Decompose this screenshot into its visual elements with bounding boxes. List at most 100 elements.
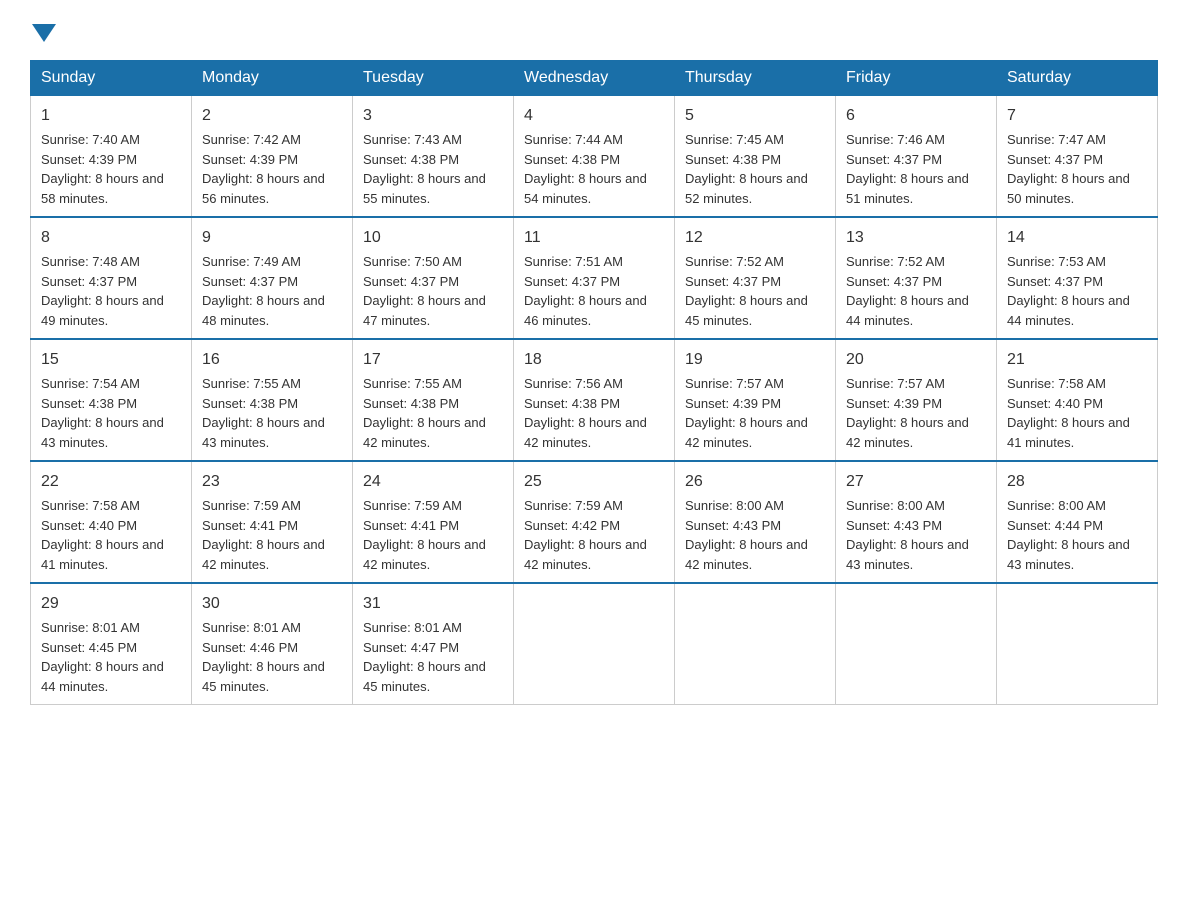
- day-number: 2: [202, 104, 342, 128]
- sunrise-info: Sunrise: 7:56 AM: [524, 376, 623, 391]
- calendar-cell: 27Sunrise: 8:00 AMSunset: 4:43 PMDayligh…: [836, 461, 997, 583]
- calendar-cell: [997, 583, 1158, 705]
- daylight-info: Daylight: 8 hours and 58 minutes.: [41, 171, 164, 206]
- sunrise-info: Sunrise: 8:00 AM: [1007, 498, 1106, 513]
- sunrise-info: Sunrise: 7:50 AM: [363, 254, 462, 269]
- day-number: 3: [363, 104, 503, 128]
- calendar-cell: 20Sunrise: 7:57 AMSunset: 4:39 PMDayligh…: [836, 339, 997, 461]
- day-number: 26: [685, 470, 825, 494]
- calendar-cell: 19Sunrise: 7:57 AMSunset: 4:39 PMDayligh…: [675, 339, 836, 461]
- day-number: 30: [202, 592, 342, 616]
- daylight-info: Daylight: 8 hours and 43 minutes.: [41, 415, 164, 450]
- daylight-info: Daylight: 8 hours and 42 minutes.: [685, 537, 808, 572]
- sunset-info: Sunset: 4:41 PM: [202, 518, 298, 533]
- day-number: 9: [202, 226, 342, 250]
- sunset-info: Sunset: 4:39 PM: [41, 152, 137, 167]
- day-number: 1: [41, 104, 181, 128]
- sunrise-info: Sunrise: 8:00 AM: [846, 498, 945, 513]
- daylight-info: Daylight: 8 hours and 47 minutes.: [363, 293, 486, 328]
- calendar-cell: 30Sunrise: 8:01 AMSunset: 4:46 PMDayligh…: [192, 583, 353, 705]
- sunrise-info: Sunrise: 7:46 AM: [846, 132, 945, 147]
- sunset-info: Sunset: 4:38 PM: [524, 396, 620, 411]
- calendar-cell: [836, 583, 997, 705]
- logo-arrow-icon: [32, 24, 56, 42]
- calendar-cell: 9Sunrise: 7:49 AMSunset: 4:37 PMDaylight…: [192, 217, 353, 339]
- calendar-week-3: 15Sunrise: 7:54 AMSunset: 4:38 PMDayligh…: [31, 339, 1158, 461]
- day-number: 13: [846, 226, 986, 250]
- sunrise-info: Sunrise: 7:40 AM: [41, 132, 140, 147]
- daylight-info: Daylight: 8 hours and 42 minutes.: [524, 537, 647, 572]
- page-header: [30, 20, 1158, 40]
- sunset-info: Sunset: 4:37 PM: [524, 274, 620, 289]
- header-wednesday: Wednesday: [514, 61, 675, 96]
- calendar-cell: 2Sunrise: 7:42 AMSunset: 4:39 PMDaylight…: [192, 96, 353, 218]
- day-number: 6: [846, 104, 986, 128]
- day-number: 20: [846, 348, 986, 372]
- calendar-cell: 18Sunrise: 7:56 AMSunset: 4:38 PMDayligh…: [514, 339, 675, 461]
- daylight-info: Daylight: 8 hours and 44 minutes.: [846, 293, 969, 328]
- day-number: 18: [524, 348, 664, 372]
- sunset-info: Sunset: 4:44 PM: [1007, 518, 1103, 533]
- sunrise-info: Sunrise: 7:57 AM: [685, 376, 784, 391]
- sunset-info: Sunset: 4:37 PM: [363, 274, 459, 289]
- sunrise-info: Sunrise: 7:55 AM: [202, 376, 301, 391]
- daylight-info: Daylight: 8 hours and 46 minutes.: [524, 293, 647, 328]
- daylight-info: Daylight: 8 hours and 43 minutes.: [1007, 537, 1130, 572]
- day-number: 22: [41, 470, 181, 494]
- day-number: 25: [524, 470, 664, 494]
- sunrise-info: Sunrise: 8:01 AM: [202, 620, 301, 635]
- calendar-cell: [675, 583, 836, 705]
- daylight-info: Daylight: 8 hours and 41 minutes.: [1007, 415, 1130, 450]
- calendar-cell: 26Sunrise: 8:00 AMSunset: 4:43 PMDayligh…: [675, 461, 836, 583]
- sunset-info: Sunset: 4:37 PM: [685, 274, 781, 289]
- sunrise-info: Sunrise: 7:49 AM: [202, 254, 301, 269]
- calendar-cell: 29Sunrise: 8:01 AMSunset: 4:45 PMDayligh…: [31, 583, 192, 705]
- calendar-cell: 15Sunrise: 7:54 AMSunset: 4:38 PMDayligh…: [31, 339, 192, 461]
- sunset-info: Sunset: 4:46 PM: [202, 640, 298, 655]
- sunrise-info: Sunrise: 7:51 AM: [524, 254, 623, 269]
- sunset-info: Sunset: 4:40 PM: [41, 518, 137, 533]
- calendar-cell: 22Sunrise: 7:58 AMSunset: 4:40 PMDayligh…: [31, 461, 192, 583]
- calendar-week-1: 1 Sunrise: 7:40 AM Sunset: 4:39 PM Daylight…: [31, 96, 1158, 218]
- sunrise-info: Sunrise: 7:59 AM: [202, 498, 301, 513]
- day-number: 8: [41, 226, 181, 250]
- sunrise-info: Sunrise: 7:53 AM: [1007, 254, 1106, 269]
- sunset-info: Sunset: 4:39 PM: [685, 396, 781, 411]
- calendar-week-4: 22Sunrise: 7:58 AMSunset: 4:40 PMDayligh…: [31, 461, 1158, 583]
- day-number: 31: [363, 592, 503, 616]
- calendar-cell: 16Sunrise: 7:55 AMSunset: 4:38 PMDayligh…: [192, 339, 353, 461]
- sunset-info: Sunset: 4:41 PM: [363, 518, 459, 533]
- calendar-cell: 13Sunrise: 7:52 AMSunset: 4:37 PMDayligh…: [836, 217, 997, 339]
- sunrise-info: Sunrise: 7:42 AM: [202, 132, 301, 147]
- calendar-cell: 21Sunrise: 7:58 AMSunset: 4:40 PMDayligh…: [997, 339, 1158, 461]
- day-number: 19: [685, 348, 825, 372]
- day-number: 21: [1007, 348, 1147, 372]
- sunrise-info: Sunrise: 7:52 AM: [685, 254, 784, 269]
- calendar-cell: [514, 583, 675, 705]
- calendar-header-row: SundayMondayTuesdayWednesdayThursdayFrid…: [31, 61, 1158, 96]
- sunset-info: Sunset: 4:45 PM: [41, 640, 137, 655]
- header-friday: Friday: [836, 61, 997, 96]
- daylight-info: Daylight: 8 hours and 56 minutes.: [202, 171, 325, 206]
- sunrise-info: Sunrise: 7:45 AM: [685, 132, 784, 147]
- calendar-cell: 11Sunrise: 7:51 AMSunset: 4:37 PMDayligh…: [514, 217, 675, 339]
- sunset-info: Sunset: 4:37 PM: [41, 274, 137, 289]
- calendar-cell: 25Sunrise: 7:59 AMSunset: 4:42 PMDayligh…: [514, 461, 675, 583]
- day-number: 4: [524, 104, 664, 128]
- day-number: 10: [363, 226, 503, 250]
- day-number: 29: [41, 592, 181, 616]
- header-saturday: Saturday: [997, 61, 1158, 96]
- day-number: 27: [846, 470, 986, 494]
- logo: [30, 20, 56, 40]
- daylight-info: Daylight: 8 hours and 44 minutes.: [41, 659, 164, 694]
- sunrise-info: Sunrise: 7:54 AM: [41, 376, 140, 391]
- daylight-info: Daylight: 8 hours and 49 minutes.: [41, 293, 164, 328]
- daylight-info: Daylight: 8 hours and 45 minutes.: [363, 659, 486, 694]
- daylight-info: Daylight: 8 hours and 43 minutes.: [202, 415, 325, 450]
- sunrise-info: Sunrise: 7:43 AM: [363, 132, 462, 147]
- calendar-cell: 28Sunrise: 8:00 AMSunset: 4:44 PMDayligh…: [997, 461, 1158, 583]
- calendar-cell: 23Sunrise: 7:59 AMSunset: 4:41 PMDayligh…: [192, 461, 353, 583]
- daylight-info: Daylight: 8 hours and 42 minutes.: [363, 537, 486, 572]
- calendar-cell: 7Sunrise: 7:47 AMSunset: 4:37 PMDaylight…: [997, 96, 1158, 218]
- daylight-info: Daylight: 8 hours and 54 minutes.: [524, 171, 647, 206]
